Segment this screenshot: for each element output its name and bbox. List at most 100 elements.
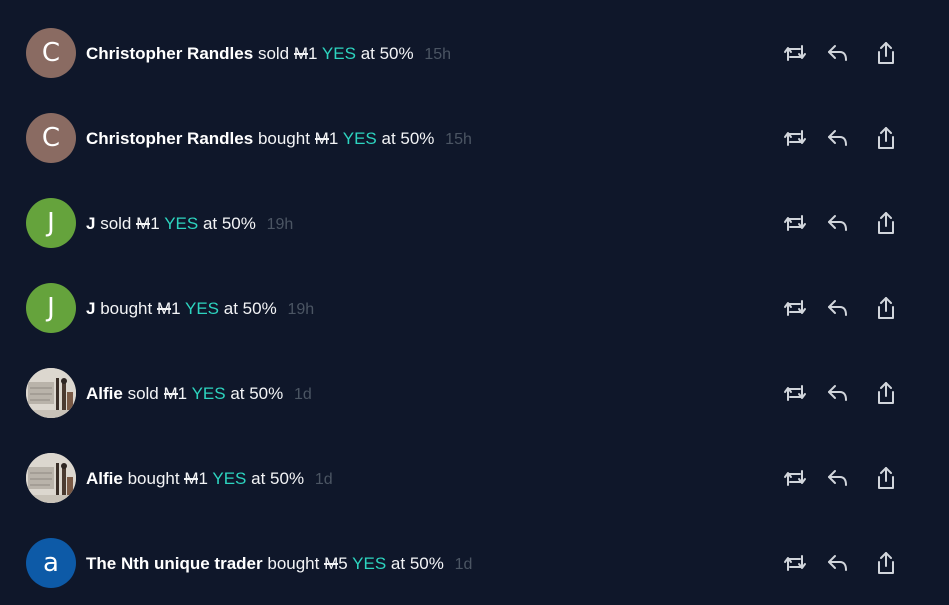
trade-action: bought — [267, 554, 320, 573]
username[interactable]: Christopher Randles — [86, 44, 253, 63]
item-actions — [778, 548, 908, 578]
item-actions — [778, 463, 908, 493]
username[interactable]: The Nth unique trader — [86, 554, 263, 573]
avatar[interactable]: a — [26, 538, 76, 588]
mana-symbol: M — [293, 44, 309, 63]
share-button[interactable] — [871, 38, 901, 68]
reply-icon — [828, 130, 847, 146]
trade-summary: Alfie sold M1 YES at 50% 1d — [86, 383, 312, 405]
avatar[interactable]: J — [26, 283, 76, 333]
timestamp[interactable]: 1d — [294, 386, 312, 403]
trade-action: sold — [257, 44, 290, 63]
trade-price: at 50% — [381, 129, 435, 148]
share-button[interactable] — [871, 463, 901, 493]
trade-price: at 50% — [390, 554, 444, 573]
share-icon — [878, 552, 894, 574]
timestamp[interactable]: 1d — [315, 471, 333, 488]
trade-action: sold — [100, 214, 132, 233]
timestamp[interactable]: 19h — [267, 216, 294, 233]
trade-amount: 1 — [150, 214, 160, 233]
share-icon — [878, 212, 894, 234]
feed-item: C Christopher Randles bought M1 YES at 5… — [0, 113, 949, 173]
avatar[interactable]: C — [26, 28, 76, 78]
repost-button[interactable] — [780, 38, 810, 68]
trade-price: at 50% — [223, 299, 277, 318]
trade-amount: 1 — [328, 129, 339, 148]
repost-icon — [784, 555, 806, 571]
username[interactable]: Alfie — [86, 469, 123, 488]
trade-action: bought — [100, 299, 153, 318]
item-actions — [778, 378, 908, 408]
reply-button[interactable] — [823, 463, 853, 493]
share-button[interactable] — [871, 548, 901, 578]
reply-button[interactable] — [823, 293, 853, 323]
timestamp[interactable]: 19h — [287, 301, 314, 318]
reply-icon — [828, 385, 847, 401]
trade-summary: Christopher Randles bought M1 YES at 50%… — [86, 128, 472, 150]
item-actions — [778, 38, 908, 68]
repost-button[interactable] — [780, 293, 810, 323]
share-icon — [878, 467, 894, 489]
feed-item: J J bought M1 YES at 50% 19h — [0, 283, 949, 343]
share-icon — [878, 382, 894, 404]
outcome-label: YES — [212, 469, 247, 488]
repost-icon — [784, 470, 806, 486]
share-button[interactable] — [871, 378, 901, 408]
mana-symbol: M — [324, 554, 339, 573]
avatar[interactable] — [26, 368, 76, 418]
repost-button[interactable] — [780, 123, 810, 153]
feed-item: C Christopher Randles sold M1 YES at 50%… — [0, 28, 949, 88]
share-icon — [878, 42, 894, 64]
trade-amount: 1 — [171, 299, 181, 318]
avatar-initial: J — [47, 208, 55, 238]
username[interactable]: Alfie — [86, 384, 123, 403]
reply-button[interactable] — [823, 123, 853, 153]
avatar[interactable] — [26, 453, 76, 503]
avatar-initial: J — [47, 293, 55, 323]
share-button[interactable] — [871, 208, 901, 238]
repost-icon — [784, 130, 806, 146]
reply-button[interactable] — [823, 208, 853, 238]
reply-button[interactable] — [823, 548, 853, 578]
trade-amount: 5 — [338, 554, 348, 573]
feed-item: a The Nth unique trader bought M5 YES at… — [0, 538, 949, 598]
mana-symbol: M — [163, 384, 178, 403]
trade-summary: J sold M1 YES at 50% 19h — [86, 213, 293, 235]
item-actions — [778, 208, 908, 238]
repost-button[interactable] — [780, 463, 810, 493]
username[interactable]: J — [86, 214, 95, 233]
share-button[interactable] — [871, 123, 901, 153]
feed-item: Alfie sold M1 YES at 50% 1d — [0, 368, 949, 428]
outcome-label: YES — [164, 214, 199, 233]
trade-action: bought — [127, 469, 180, 488]
outcome-label: YES — [321, 44, 356, 63]
username[interactable]: J — [86, 299, 95, 318]
timestamp[interactable]: 15h — [424, 46, 451, 63]
repost-icon — [784, 385, 806, 401]
reply-button[interactable] — [823, 38, 853, 68]
avatar[interactable]: J — [26, 198, 76, 248]
trade-amount: 1 — [198, 469, 208, 488]
avatar-initial: C — [41, 38, 61, 68]
avatar-initial: a — [43, 548, 59, 578]
avatar-initial: C — [41, 123, 61, 153]
outcome-label: YES — [191, 384, 226, 403]
share-icon — [878, 297, 894, 319]
username[interactable]: Christopher Randles — [86, 129, 253, 148]
mana-symbol: M — [314, 129, 329, 148]
timestamp[interactable]: 1d — [455, 556, 473, 573]
reply-icon — [828, 300, 847, 316]
timestamp[interactable]: 15h — [445, 131, 472, 148]
repost-button[interactable] — [780, 208, 810, 238]
avatar[interactable]: C — [26, 113, 76, 163]
reply-icon — [828, 470, 847, 486]
trade-price: at 50% — [251, 469, 305, 488]
trade-summary: J bought M1 YES at 50% 19h — [86, 298, 314, 320]
trade-price: at 50% — [202, 214, 256, 233]
repost-button[interactable] — [780, 548, 810, 578]
repost-icon — [784, 215, 806, 231]
reply-button[interactable] — [823, 378, 853, 408]
share-button[interactable] — [871, 293, 901, 323]
repost-button[interactable] — [780, 378, 810, 408]
trade-feed: C Christopher Randles sold M1 YES at 50%… — [0, 0, 949, 605]
